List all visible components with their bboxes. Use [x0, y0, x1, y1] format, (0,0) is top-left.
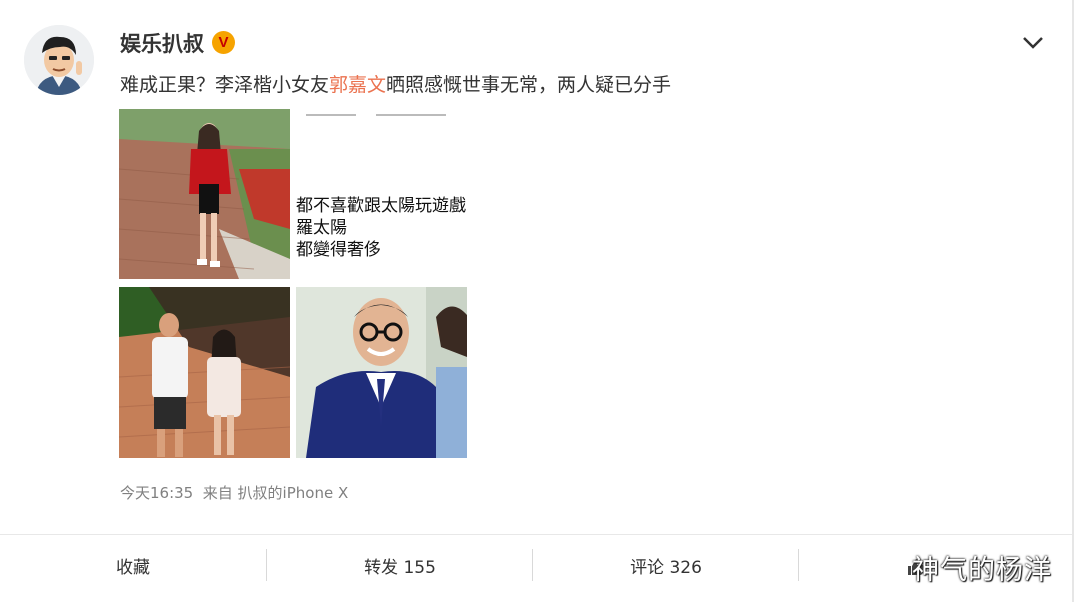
post-image-4[interactable]	[296, 287, 467, 458]
post-text-before: 难成正果？李泽楷小女友	[120, 74, 330, 96]
mention-link[interactable]: 郭嘉文	[329, 74, 386, 96]
card-border	[1072, 0, 1074, 602]
chevron-down-icon[interactable]	[1020, 34, 1046, 52]
image-quote-text: 都不喜歡跟太陽玩遊戲 羅太陽 都變得奢侈	[296, 196, 466, 260]
weibo-post-card: 娱乐扒叔 V 难成正果？李泽楷小女友郭嘉文晒照感慨世事无常，两人疑已分手 都不喜…	[0, 0, 1072, 602]
watermark-text: 神气的杨洋	[912, 555, 1052, 586]
post-image-3[interactable]	[119, 287, 290, 458]
post-meta: 今天16:35 来自 扒叔的iPhone X	[120, 482, 348, 503]
post-text-after: 晒照感慨世事无常，两人疑已分手	[386, 74, 672, 96]
repost-button[interactable]: 转发 155	[267, 535, 533, 595]
comment-label: 评论 326	[630, 557, 702, 578]
favorite-button[interactable]: 收藏	[0, 535, 266, 595]
author-avatar[interactable]	[24, 25, 94, 95]
repost-label: 转发 155	[364, 557, 436, 578]
verified-badge-icon: V	[212, 31, 235, 54]
post-image-1[interactable]	[119, 109, 290, 279]
favorite-label: 收藏	[116, 557, 150, 578]
post-time[interactable]: 今天16:35	[120, 484, 193, 502]
author-name[interactable]: 娱乐扒叔	[120, 28, 204, 58]
post-text: 难成正果？李泽楷小女友郭嘉文晒照感慨世事无常，两人疑已分手	[120, 70, 671, 97]
comment-button[interactable]: 评论 326	[533, 535, 799, 595]
post-source: 来自 扒叔的iPhone X	[202, 484, 349, 502]
